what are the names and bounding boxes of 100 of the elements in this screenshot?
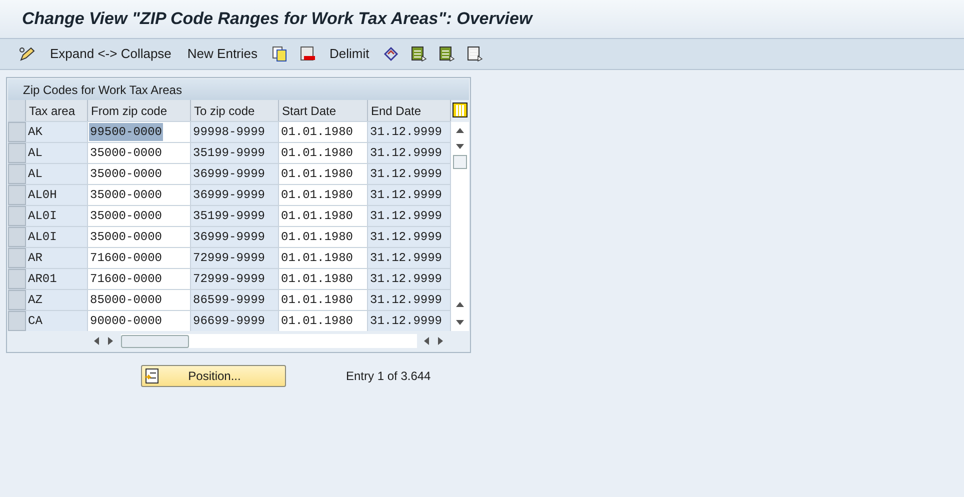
position-icon xyxy=(144,368,160,384)
table-block-icon[interactable] xyxy=(439,46,456,62)
column-header[interactable]: From zip code xyxy=(88,100,191,121)
cell-text: 96699-9999 xyxy=(192,313,266,330)
cell-text: 01.01.1980 xyxy=(280,124,354,141)
cell-text: 35000-0000 xyxy=(89,166,164,183)
scroll-thumb[interactable] xyxy=(121,334,189,348)
cell-text: 35199-9999 xyxy=(192,208,266,225)
toolbar-button[interactable]: Delimit xyxy=(324,44,376,64)
toolbar-button[interactable]: Expand <-> Collapse xyxy=(44,44,178,64)
table-select-icon[interactable] xyxy=(411,46,428,62)
table-cell[interactable]: 01.01.1980 xyxy=(279,143,368,163)
cell-text: 01.01.1980 xyxy=(280,145,354,162)
scroll-right-icon[interactable] xyxy=(107,337,115,345)
column-header[interactable]: Tax area xyxy=(26,100,88,121)
table-deselect-icon[interactable] xyxy=(467,46,484,62)
cell-text: CA xyxy=(27,313,44,330)
entry-count: Entry 1 of 3.644 xyxy=(346,368,431,385)
horizontal-scrollbar[interactable] xyxy=(121,334,417,348)
column-header[interactable]: Start Date xyxy=(279,100,368,121)
cell-text: 35000-0000 xyxy=(89,145,164,162)
cell-text: 99998-9999 xyxy=(192,124,266,141)
cell-text: 36999-9999 xyxy=(192,229,266,246)
window-title: Change View "ZIP Code Ranges for Work Tax Areas": Overview xyxy=(22,8,532,30)
table-cell[interactable]: 01.01.1980 xyxy=(279,290,368,310)
column-settings-icon[interactable] xyxy=(452,102,468,118)
scroll-right-icon[interactable] xyxy=(437,337,445,345)
cell-text: 01.01.1980 xyxy=(280,166,354,183)
toolbar-button[interactable]: New Entries xyxy=(181,44,264,64)
cell-text: 01.01.1980 xyxy=(280,229,354,246)
table-cell[interactable]: 35000-0000 xyxy=(88,185,191,205)
cell-text: AL0H xyxy=(27,187,58,204)
cell-text: 99500-0000 xyxy=(89,123,164,141)
cell-text: 01.01.1980 xyxy=(280,313,354,330)
cell-text: 31.12.9999 xyxy=(369,292,444,309)
select-all-cell[interactable] xyxy=(8,100,26,121)
table-cell[interactable]: 01.01.1980 xyxy=(279,185,368,205)
cell-text: AL0I xyxy=(27,229,58,246)
table-cell[interactable]: 01.01.1980 xyxy=(279,269,368,289)
cell-text: 31.12.9999 xyxy=(369,166,444,183)
table-cell[interactable]: 35000-0000 xyxy=(88,143,191,163)
cell-text: AL xyxy=(27,145,44,162)
cell-text: 71600-0000 xyxy=(89,250,164,267)
pencil-icon[interactable] xyxy=(18,46,36,62)
delete-row-icon[interactable] xyxy=(300,46,316,62)
table-cell[interactable]: 01.01.1980 xyxy=(279,122,368,142)
column-header[interactable]: To zip code xyxy=(191,100,279,121)
scroll-left-icon[interactable] xyxy=(93,337,101,345)
cell-text: AL xyxy=(27,166,44,183)
cell-text: 31.12.9999 xyxy=(369,229,444,246)
scroll-up-icon[interactable] xyxy=(456,301,464,309)
diamond-arrow-icon[interactable] xyxy=(383,46,400,62)
cell-text: 31.12.9999 xyxy=(369,313,444,330)
table-cell[interactable]: 71600-0000 xyxy=(88,248,191,268)
table-cell[interactable]: 85000-0000 xyxy=(88,290,191,310)
cell-text: 31.12.9999 xyxy=(369,145,444,162)
table-cell[interactable]: 90000-0000 xyxy=(88,311,191,331)
cell-text: 01.01.1980 xyxy=(280,187,354,204)
table-title: Zip Codes for Work Tax Areas xyxy=(23,82,182,98)
cell-text: AR01 xyxy=(27,271,58,288)
cell-text: 72999-9999 xyxy=(192,271,266,288)
cell-text: AZ xyxy=(27,292,44,309)
table-cell[interactable]: 35000-0000 xyxy=(88,164,191,184)
table-cell[interactable]: 71600-0000 xyxy=(88,269,191,289)
cell-text: 01.01.1980 xyxy=(280,292,354,309)
copy-icon[interactable] xyxy=(272,46,288,62)
table-cell[interactable]: 01.01.1980 xyxy=(279,164,368,184)
cell-text: 36999-9999 xyxy=(192,187,266,204)
column-header[interactable]: End Date xyxy=(368,100,451,121)
cell-text: 35000-0000 xyxy=(89,208,164,225)
cell-text: 31.12.9999 xyxy=(369,208,444,225)
scroll-left-icon[interactable] xyxy=(423,337,431,345)
cell-text: 90000-0000 xyxy=(89,313,164,330)
table-cell[interactable]: 35000-0000 xyxy=(88,206,191,226)
cell-text: 85000-0000 xyxy=(89,292,164,309)
scroll-up-icon[interactable] xyxy=(456,127,464,135)
table-cell[interactable]: 01.01.1980 xyxy=(279,227,368,247)
cell-text: 35000-0000 xyxy=(89,187,164,204)
scroll-down-icon[interactable] xyxy=(456,319,464,327)
cell-text: 31.12.9999 xyxy=(369,124,444,141)
cell-text: 01.01.1980 xyxy=(280,208,354,225)
cell-text: 31.12.9999 xyxy=(369,187,444,204)
table-cell[interactable]: 35000-0000 xyxy=(88,227,191,247)
table-cell[interactable]: 01.01.1980 xyxy=(279,311,368,331)
table-cell[interactable]: 01.01.1980 xyxy=(279,206,368,226)
table-cell[interactable]: 99500-0000 xyxy=(88,122,191,142)
table-cell[interactable]: 01.01.1980 xyxy=(279,248,368,268)
scroll-down-icon[interactable] xyxy=(456,143,464,151)
cell-text: 35199-9999 xyxy=(192,145,266,162)
cell-text: 71600-0000 xyxy=(89,271,164,288)
cell-text: 01.01.1980 xyxy=(280,250,354,267)
cell-text: 72999-9999 xyxy=(192,250,266,267)
position-button[interactable]: Position... xyxy=(141,365,286,387)
scroll-thumb[interactable] xyxy=(453,155,467,169)
cell-text: AL0I xyxy=(27,208,58,225)
cell-text: 35000-0000 xyxy=(89,229,164,246)
cell-text: 31.12.9999 xyxy=(369,250,444,267)
cell-text: AR xyxy=(27,250,44,267)
cell-text: 01.01.1980 xyxy=(280,271,354,288)
cell-text: 86599-9999 xyxy=(192,292,266,309)
